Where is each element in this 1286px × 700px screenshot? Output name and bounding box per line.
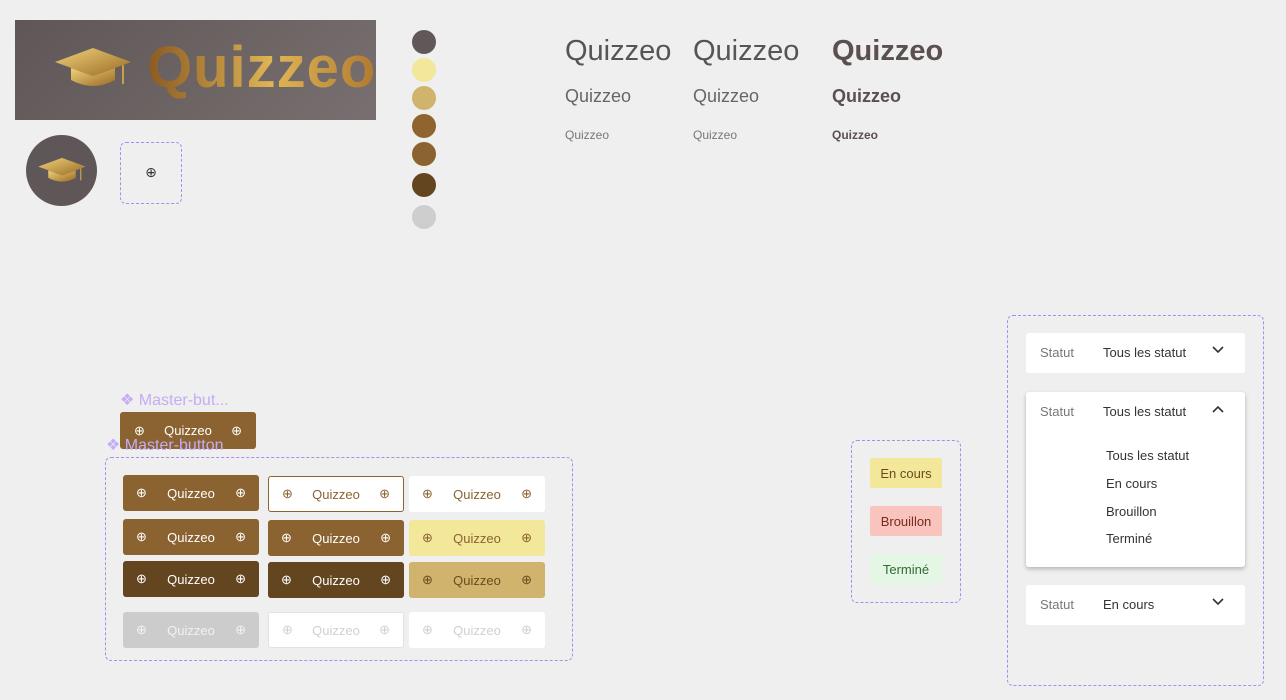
- menu-item-en-cours[interactable]: En cours: [1106, 476, 1157, 491]
- button-label: Quizzeo: [167, 571, 215, 587]
- filter-label: Statut: [1040, 345, 1074, 360]
- button-label: Quizzeo: [453, 572, 501, 588]
- type-sample-sm-regular: Quizzeo: [693, 128, 738, 142]
- add-circle-icon: ⊕: [422, 622, 433, 637]
- add-circle-icon: ⊕: [422, 530, 433, 545]
- avatar: [26, 135, 97, 206]
- button-label: Quizzeo: [167, 485, 215, 501]
- tertiary-button-hover[interactable]: ⊕ Quizzeo ⊕: [409, 520, 545, 556]
- color-swatch: [412, 30, 436, 54]
- button-label: Quizzeo: [453, 530, 501, 546]
- type-sample-sm-light: Quizzeo: [565, 128, 610, 142]
- tertiary-button-pressed[interactable]: ⊕ Quizzeo ⊕: [409, 562, 545, 598]
- add-circle-icon: ⊕: [380, 572, 391, 587]
- button-label: Quizzeo: [167, 622, 215, 638]
- color-swatch: [412, 86, 436, 110]
- secondary-button[interactable]: ⊕ Quizzeo ⊕: [268, 476, 404, 512]
- add-circle-icon: ⊕: [231, 422, 242, 438]
- add-circle-icon: ⊕: [422, 486, 433, 501]
- status-badge-brouillon: Brouillon: [870, 506, 942, 536]
- color-swatch: [412, 58, 436, 82]
- add-circle-icon: ⊕: [235, 485, 246, 500]
- add-circle-icon: ⊕: [422, 572, 433, 587]
- type-sample-xl-bold: Quizzeo: [832, 35, 944, 67]
- button-label: Quizzeo: [312, 572, 360, 588]
- add-circle-icon: ⊕: [136, 571, 147, 586]
- chevron-up-icon: [1212, 405, 1224, 413]
- logo-banner: Quizzeo: [15, 20, 376, 120]
- filter-label: Statut: [1040, 404, 1074, 419]
- tertiary-button-disabled[interactable]: ⊕ Quizzeo ⊕: [409, 612, 545, 648]
- color-swatch: [412, 205, 436, 229]
- add-circle-icon: ⊕: [379, 486, 390, 501]
- type-sample-md-light: Quizzeo: [565, 86, 632, 106]
- secondary-button-hover[interactable]: ⊕ Quizzeo ⊕: [268, 520, 404, 556]
- type-sample-xl-regular: Quizzeo: [693, 35, 800, 67]
- menu-item-tous[interactable]: Tous les statut: [1106, 448, 1189, 463]
- add-circle-icon: ⊕: [521, 622, 532, 637]
- chevron-down-icon: [1212, 598, 1224, 606]
- status-badge-termine: Terminé: [870, 554, 942, 584]
- filter-value: Tous les statut: [1103, 404, 1187, 419]
- type-sample-xl-light: Quizzeo: [565, 35, 672, 67]
- status-badge-en-cours: En cours: [870, 458, 942, 488]
- logo-wordmark: Quizzeo: [147, 35, 377, 100]
- type-sample-sm-bold: Quizzeo: [832, 128, 879, 142]
- button-label: Quizzeo: [453, 486, 501, 502]
- button-label: Quizzeo: [312, 486, 360, 502]
- color-swatch: [412, 142, 436, 166]
- tertiary-button[interactable]: ⊕ Quizzeo ⊕: [409, 476, 545, 512]
- add-circle-icon: ⊕: [136, 485, 147, 500]
- add-circle-icon: ⊕: [136, 622, 147, 637]
- filter-value: Tous les statut: [1103, 345, 1187, 360]
- graduation-cap-icon: [55, 48, 131, 86]
- type-sample-md-regular: Quizzeo: [693, 86, 760, 106]
- status-filter-closed[interactable]: Statut Tous les statut: [1026, 333, 1245, 373]
- add-circle-icon: ⊕: [380, 530, 391, 545]
- add-circle-icon: ⊕: [521, 572, 532, 587]
- add-circle-icon: ⊕: [521, 530, 532, 545]
- button-label: Quizzeo: [312, 530, 360, 546]
- secondary-button-pressed[interactable]: ⊕ Quizzeo ⊕: [268, 562, 404, 598]
- status-filter-selected[interactable]: Statut En cours: [1026, 585, 1245, 625]
- button-label: Quizzeo: [312, 622, 360, 638]
- filter-value: En cours: [1103, 597, 1155, 612]
- button-label: Quizzeo: [453, 622, 501, 638]
- add-circle-icon: ⊕: [281, 530, 292, 545]
- primary-button-disabled[interactable]: ⊕ Quizzeo ⊕: [123, 612, 259, 648]
- graduation-cap-icon: [38, 157, 86, 182]
- add-icon-component: ⊕: [120, 142, 182, 204]
- add-circle-icon: ⊕: [281, 572, 292, 587]
- add-circle-icon: ⊕: [235, 622, 246, 637]
- add-circle-icon: ⊕: [136, 529, 147, 544]
- primary-button[interactable]: ⊕ Quizzeo ⊕: [123, 475, 259, 511]
- add-circle-icon: ⊕: [235, 571, 246, 586]
- chevron-down-icon: [1212, 346, 1224, 354]
- add-circle-icon: ⊕: [282, 486, 293, 501]
- status-filter-open[interactable]: Statut Tous les statut Tous les statut E…: [1026, 392, 1245, 567]
- add-circle-icon: ⊕: [521, 486, 532, 501]
- component-label: ❖ Master-button: [106, 437, 224, 454]
- color-swatch: [412, 173, 436, 197]
- type-sample-md-bold: Quizzeo: [832, 86, 902, 106]
- secondary-button-disabled[interactable]: ⊕ Quizzeo ⊕: [268, 612, 404, 648]
- primary-button-hover[interactable]: ⊕ Quizzeo ⊕: [123, 519, 259, 555]
- add-circle-icon: ⊕: [282, 622, 293, 637]
- menu-item-termine[interactable]: Terminé: [1106, 531, 1152, 546]
- filter-label: Statut: [1040, 597, 1074, 612]
- component-label: ❖ Master-but...: [120, 392, 229, 409]
- color-swatch: [412, 114, 436, 138]
- menu-item-brouillon[interactable]: Brouillon: [1106, 504, 1157, 519]
- add-circle-icon: ⊕: [379, 622, 390, 637]
- add-circle-icon: ⊕: [235, 529, 246, 544]
- primary-button-pressed[interactable]: ⊕ Quizzeo ⊕: [123, 561, 259, 597]
- add-circle-icon: ⊕: [145, 165, 157, 181]
- button-label: Quizzeo: [167, 529, 215, 545]
